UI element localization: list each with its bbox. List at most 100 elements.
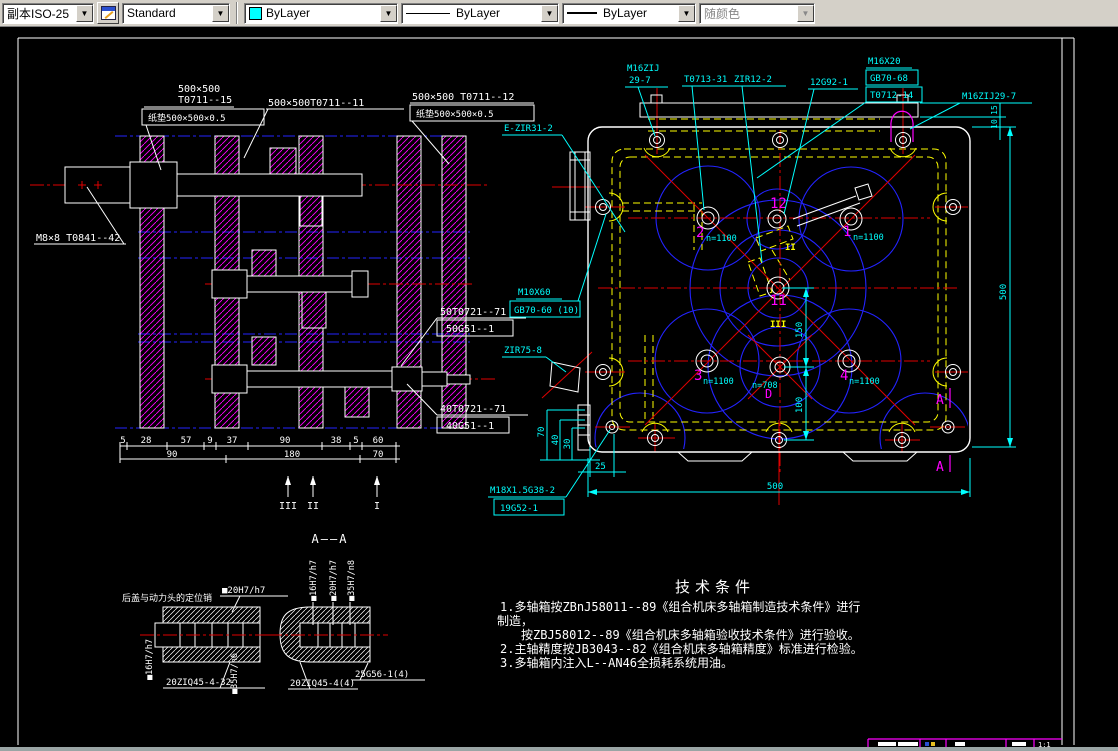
color-value: ByLayer	[266, 6, 311, 20]
dim-style-value: 副本ISO-25	[7, 6, 70, 21]
chevron-down-icon: ▼	[797, 4, 814, 22]
spindle-12: 12	[770, 196, 787, 212]
roman-2: II	[785, 243, 796, 253]
dim: 90	[167, 450, 178, 460]
linetype-value: ByLayer	[456, 6, 501, 20]
dim-25: 25	[595, 462, 606, 472]
tech-line4: 2.主轴精度按JB3043--82《组合机床多轴箱精度》标准进行检验。	[500, 641, 863, 656]
dim: 38	[331, 436, 342, 446]
chevron-down-icon[interactable]: ▼	[678, 4, 695, 22]
label-gb70-68: GB70-68	[870, 74, 908, 84]
dim: 57	[181, 436, 192, 446]
plot-style-value: 随颜色	[704, 6, 741, 21]
detail-r35: ■35H7/n8	[347, 560, 357, 601]
spindle-4: 4	[840, 368, 848, 384]
dim-40: 40	[551, 435, 561, 446]
section-a-mark-2: A	[936, 460, 944, 475]
detail-lpart: 20ZIQ45-4-32	[166, 678, 231, 688]
gear50-box-label: 50G51--1	[446, 324, 494, 335]
label-t0712: T0712-14	[870, 91, 913, 101]
pad1-label-line1: 500×500	[178, 84, 220, 95]
text-style-combo[interactable]: Standard ▼	[122, 2, 230, 24]
detail-l16: ■16H7/h7	[145, 639, 155, 680]
section-mark-1: I	[374, 501, 380, 512]
styles-toolbar: 副本ISO-25 ▼ Standard ▼ ByLayer ▼ ByLayer …	[0, 0, 1118, 27]
lineweight-value: ByLayer	[603, 6, 648, 20]
dim: 9	[207, 436, 212, 446]
dim: 70	[373, 450, 384, 460]
dim-15: 15	[990, 105, 999, 115]
pad1-box-label: 纸垫500×500×0.5	[148, 112, 226, 124]
color-combo[interactable]: ByLayer ▼	[244, 2, 398, 24]
dim: 37	[227, 436, 238, 446]
section-mark-2: II	[307, 501, 319, 512]
detail-note: 后盖与动力头的定位销	[122, 592, 212, 604]
label-m16zij29: M16ZIJ29-7	[962, 92, 1016, 102]
linetype-combo[interactable]: ByLayer ▼	[401, 2, 559, 24]
dim: 90	[280, 436, 291, 446]
plot-style-combo: 随颜色 ▼	[699, 2, 815, 24]
roman-3: III	[770, 320, 786, 330]
pad1-label-line2: T0711--15	[178, 95, 232, 106]
label-gb70-60: GB70-60 (10)	[514, 306, 579, 316]
label-t0713: T0713-31	[684, 75, 727, 85]
dim-style-combo[interactable]: 副本ISO-25 ▼	[2, 2, 94, 24]
pad3-label: 500×500 T0711--12	[412, 92, 514, 103]
speed-3: n=1100	[703, 377, 734, 387]
dim-500-right: 500	[999, 284, 1009, 300]
speed-4: n=1100	[849, 377, 880, 387]
label-zir75: ZIR75-8	[504, 346, 542, 356]
dim: 60	[373, 436, 384, 446]
label-g92: 12G92-1	[810, 78, 848, 88]
dim: 180	[284, 450, 300, 460]
color-swatch-icon	[249, 6, 262, 20]
dim-500-bottom: 500	[767, 482, 783, 492]
toolbar-separator	[236, 2, 238, 24]
label-g52: 19G52-1	[500, 504, 538, 514]
shaft-label: M8×8 T0841--42	[36, 233, 120, 244]
label-zir12: ZIR12-2	[734, 75, 772, 85]
dim-150: 150	[795, 322, 805, 338]
spindle-3: 3	[694, 368, 702, 384]
dim: 5	[353, 436, 358, 446]
pad3-box-label: 纸垫500×500×0.5	[416, 108, 494, 120]
tech-line5: 3.多轴箱内注入L--AN46全损耗系统用油。	[500, 655, 733, 670]
tech-line2: 制造，	[497, 614, 533, 628]
tech-line3: 按ZBJ58012--89《组合机床多轴箱验收技术条件》进行验收。	[521, 627, 860, 642]
drawing-area[interactable]: 500×500 T0711--15 纸垫500×500×0.5 500×500T…	[0, 27, 1118, 751]
speed-2: n=1100	[706, 234, 737, 244]
detail-section-title: A——A	[312, 532, 349, 546]
label-m10x60: M10X60	[518, 288, 551, 298]
label-m18: M18X1.5G38-2	[490, 486, 555, 496]
spindle-2: 2	[696, 225, 704, 241]
gear40-label: 40T0721--71	[440, 404, 506, 415]
dim-30: 30	[563, 439, 573, 450]
detail-rpart2: 25G56-1(4)	[355, 670, 409, 680]
linetype-sample-icon	[406, 12, 450, 14]
spindle-11: 11	[770, 293, 787, 309]
cad-drawing[interactable]: 500×500 T0711--15 纸垫500×500×0.5 500×500T…	[0, 27, 1118, 751]
chevron-down-icon[interactable]: ▼	[380, 4, 397, 22]
style-dialog-icon	[100, 6, 116, 20]
gear50-label: 50T0721--71	[440, 307, 506, 318]
text-style-dialog-button[interactable]	[97, 2, 119, 24]
section-mark-3: III	[279, 501, 297, 512]
spindle-1: 1	[843, 224, 851, 240]
chevron-down-icon[interactable]: ▼	[212, 4, 229, 22]
tech-line1: 1.多轴箱按ZBnJ58011--89《组合机床多轴箱制造技术条件》进行	[500, 599, 860, 614]
chevron-down-icon[interactable]: ▼	[76, 4, 93, 22]
label-m16zij-a: M16ZIJ	[627, 64, 660, 74]
lineweight-sample-icon	[567, 12, 597, 14]
dim-100: 100	[795, 397, 805, 413]
lineweight-combo[interactable]: ByLayer ▼	[562, 2, 696, 24]
dim-70: 70	[537, 427, 547, 438]
chevron-down-icon[interactable]: ▼	[541, 4, 558, 22]
speed-1: n=1100	[853, 233, 884, 243]
label-ezir31: E-ZIR31-2	[504, 124, 553, 134]
detail-r16: ■16H7/h7	[309, 560, 319, 601]
gear40-box-label: 40G51--1	[446, 421, 494, 432]
detail-l20: ■20H7/h7	[222, 586, 265, 596]
status-strip	[0, 747, 1118, 751]
label-m16x20: M16X20	[868, 57, 901, 67]
speed-0: n=708	[752, 381, 778, 391]
